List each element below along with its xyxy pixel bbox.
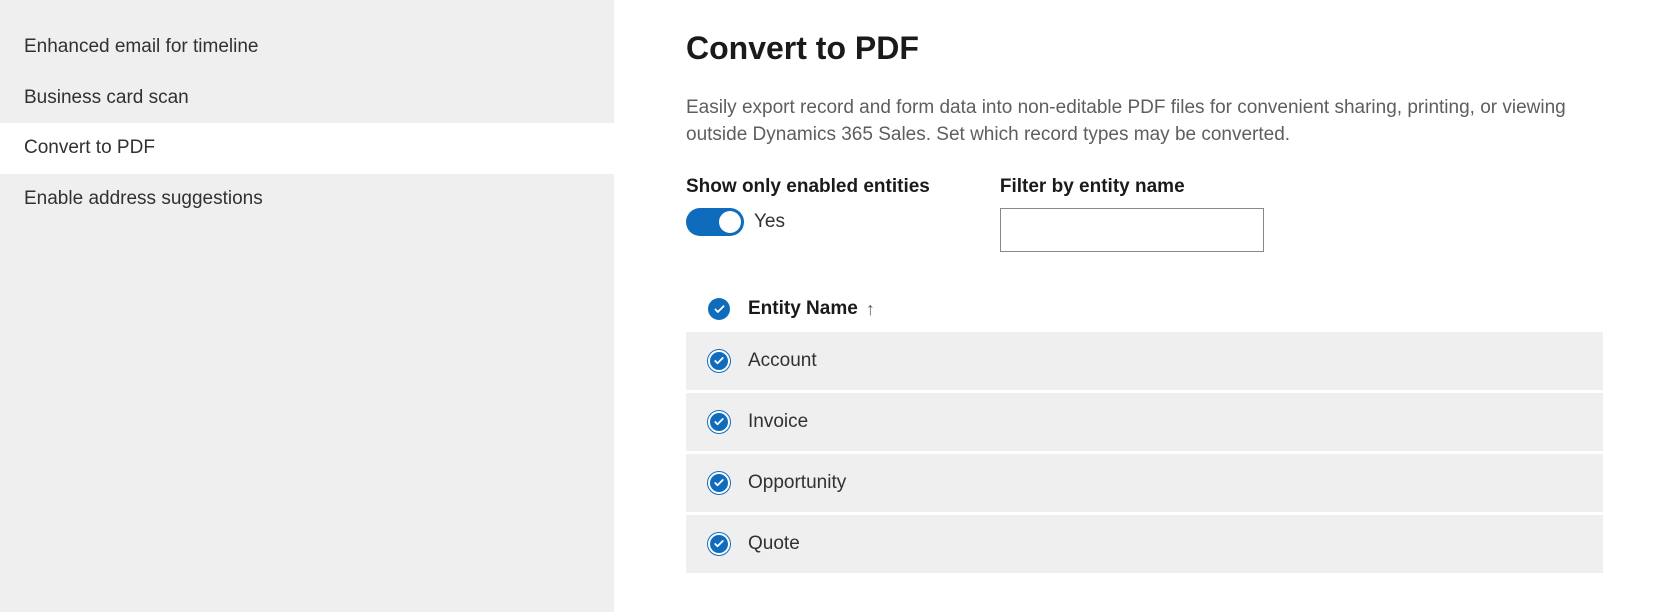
entity-name: Opportunity [748, 472, 846, 494]
entity-name: Quote [748, 533, 800, 555]
sidebar: Enhanced email for timeline Business car… [0, 0, 614, 612]
row-check-account[interactable] [708, 350, 730, 372]
table-row[interactable]: Opportunity [686, 454, 1603, 515]
page-title: Convert to PDF [686, 30, 1603, 67]
filter-input[interactable] [1000, 208, 1264, 252]
sidebar-item-business-card-scan[interactable]: Business card scan [0, 73, 614, 124]
row-check-quote[interactable] [708, 533, 730, 555]
sidebar-item-convert-to-pdf[interactable]: Convert to PDF [0, 123, 614, 174]
column-header-text: Entity Name [748, 298, 858, 320]
sort-asc-icon: ↑ [866, 299, 875, 320]
select-all-check-icon[interactable] [708, 298, 730, 320]
main-content: Convert to PDF Easily export record and … [614, 0, 1663, 612]
page-description: Easily export record and form data into … [686, 95, 1566, 148]
toggle-value: Yes [754, 211, 785, 233]
checkmark-icon [713, 303, 726, 316]
toggle-label: Show only enabled entities [686, 176, 930, 198]
checkmark-icon [713, 538, 725, 550]
checkmark-icon [713, 477, 725, 489]
show-enabled-toggle[interactable] [686, 208, 744, 236]
sidebar-item-enhanced-email[interactable]: Enhanced email for timeline [0, 22, 614, 73]
filter-group: Filter by entity name [1000, 176, 1264, 252]
filter-label: Filter by entity name [1000, 176, 1264, 198]
checkmark-icon [713, 416, 725, 428]
table-row[interactable]: Invoice [686, 393, 1603, 454]
sidebar-item-enable-address-suggestions[interactable]: Enable address suggestions [0, 174, 614, 225]
toggle-group: Show only enabled entities Yes [686, 176, 930, 252]
entity-name-column-header[interactable]: Entity Name ↑ [748, 298, 875, 320]
entity-table: Entity Name ↑ Account Invoice Opportunit… [686, 286, 1603, 576]
row-check-opportunity[interactable] [708, 472, 730, 494]
entity-name: Account [748, 350, 817, 372]
toggle-row: Yes [686, 208, 930, 236]
row-check-invoice[interactable] [708, 411, 730, 433]
checkmark-icon [713, 355, 725, 367]
table-row[interactable]: Account [686, 332, 1603, 393]
controls-row: Show only enabled entities Yes Filter by… [686, 176, 1603, 252]
table-header: Entity Name ↑ [686, 286, 1603, 332]
toggle-knob [719, 211, 741, 233]
entity-name: Invoice [748, 411, 808, 433]
table-row[interactable]: Quote [686, 515, 1603, 576]
